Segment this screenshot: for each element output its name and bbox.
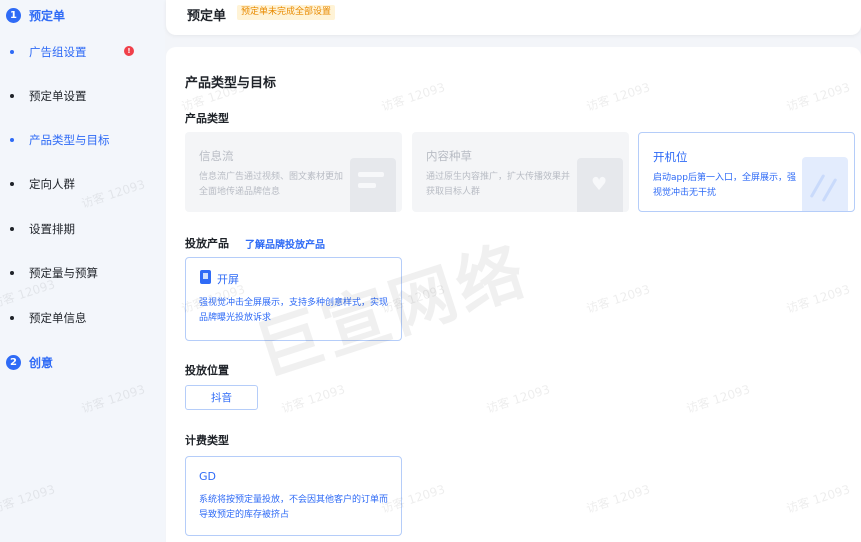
card-description: 通过原生内容推广，扩大传播效果并获取目标人群 [426, 172, 571, 197]
sidebar: 1 预定单 广告组设置 ! 预定单设置 产品类型与目标 定向人群 设置排期 预定… [0, 0, 165, 542]
step-label: 创意 [29, 356, 54, 370]
product-type-label: 产品类型 [185, 112, 229, 125]
sidebar-item-product-type[interactable]: 产品类型与目标 [10, 132, 110, 148]
card-description: 启动app后第一入口，全屏展示，强视觉冲击无干扰 [653, 173, 796, 198]
bullet-icon [10, 50, 14, 54]
phone-illustration-icon [802, 157, 848, 211]
sidebar-item-label: 预定量与预算 [29, 266, 98, 280]
bullet-icon [10, 94, 14, 98]
main-panel: 产品类型与目标 产品类型 信息流 信息流广告通过视频、图文素材更加全面地传递品牌… [166, 47, 861, 542]
card-title: 开屏 [217, 273, 239, 286]
step-label: 预定单 [29, 9, 66, 23]
billing-type-card-gd[interactable]: GD 系统将按预定量投放，不会因其他客户的订单而导致预定的库存被挤占 [185, 456, 402, 536]
page-title: 预定单 [187, 9, 227, 24]
bullet-icon [10, 182, 14, 186]
product-type-card-feed[interactable]: 信息流 信息流广告通过视频、图文素材更加全面地传递品牌信息 [185, 132, 402, 212]
bag-illustration-icon: ♥ [577, 158, 623, 212]
product-type-card-content-seeding[interactable]: 内容种草 通过原生内容推广，扩大传播效果并获取目标人群 ♥ [412, 132, 629, 212]
sidebar-item-label: 产品类型与目标 [29, 133, 110, 147]
sidebar-item-targeting[interactable]: 定向人群 [10, 176, 75, 192]
section-title: 产品类型与目标 [185, 76, 277, 91]
sidebar-item-order-info[interactable]: 预定单信息 [10, 310, 87, 326]
phone-icon [200, 270, 211, 284]
placement-label: 投放位置 [185, 364, 229, 377]
delivery-product-label: 投放产品 [185, 237, 229, 250]
step-2-header[interactable]: 2 创意 [6, 354, 53, 371]
card-description: 系统将按预定量投放，不会因其他客户的订单而导致预定的库存被挤占 [199, 495, 389, 520]
bullet-icon [10, 227, 14, 231]
sidebar-item-label: 预定单信息 [29, 311, 87, 325]
sidebar-item-label: 定向人群 [29, 177, 75, 191]
delivery-product-card-splash[interactable]: 开屏 强视觉冲击全屏展示，支持多种创意样式，实现品牌曝光投放诉求 [185, 257, 402, 341]
placement-douyin-chip[interactable]: 抖音 [185, 385, 258, 410]
learn-delivery-products-link[interactable]: 了解品牌投放产品 [245, 236, 325, 251]
product-type-card-splash[interactable]: 开机位 启动app后第一入口，全屏展示，强视觉冲击无干扰 [638, 132, 855, 212]
sidebar-item-order-settings[interactable]: 预定单设置 [10, 88, 87, 104]
bullet-icon [10, 316, 14, 320]
billing-type-label: 计费类型 [185, 434, 229, 447]
sidebar-item-label: 设置排期 [29, 222, 75, 236]
card-title: 开机位 [653, 150, 688, 164]
card-title: GD [199, 470, 216, 483]
card-description: 信息流广告通过视频、图文素材更加全面地传递品牌信息 [199, 172, 344, 197]
page-header: 预定单 预定单未完成全部设置 [166, 0, 861, 35]
bullet-icon [10, 138, 14, 142]
sidebar-item-volume-budget[interactable]: 预定量与预算 [10, 265, 98, 281]
sidebar-item-ad-group-settings[interactable]: 广告组设置 [10, 44, 87, 60]
step-1-header[interactable]: 1 预定单 [6, 7, 65, 24]
bullet-icon [10, 271, 14, 275]
card-title: 内容种草 [426, 149, 472, 163]
sidebar-item-label: 预定单设置 [29, 89, 87, 103]
feed-illustration-icon [350, 158, 396, 212]
card-description: 强视觉冲击全屏展示，支持多种创意样式，实现品牌曝光投放诉求 [199, 298, 389, 323]
status-badge: 预定单未完成全部设置 [237, 5, 336, 20]
step-number: 2 [6, 355, 21, 370]
sidebar-item-label: 广告组设置 [29, 45, 87, 59]
card-title: 信息流 [199, 149, 234, 163]
error-icon: ! [124, 46, 134, 56]
sidebar-item-schedule[interactable]: 设置排期 [10, 221, 75, 237]
step-number: 1 [6, 8, 21, 23]
